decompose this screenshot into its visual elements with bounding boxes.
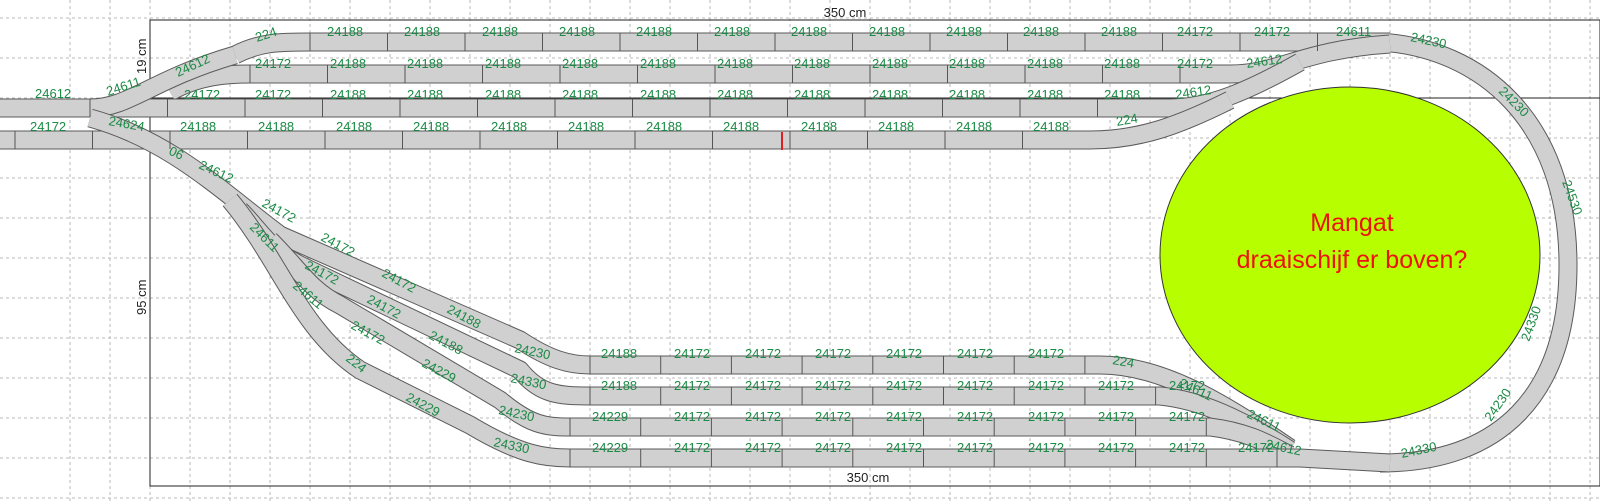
- dim-top: 350 cm: [824, 5, 867, 20]
- track-label: 24612: [35, 86, 71, 101]
- track-label: 24188: [794, 87, 830, 102]
- track-label: 24188: [258, 119, 294, 134]
- track-label: 24188: [1027, 56, 1063, 71]
- track-label: 24172: [1098, 409, 1134, 424]
- track-label: 24172: [1098, 378, 1134, 393]
- track-label: 24172: [957, 346, 993, 361]
- dim-left-large: 95 cm: [134, 280, 149, 315]
- track-label: 24172: [1098, 440, 1134, 455]
- track-label: 24172: [745, 440, 781, 455]
- track-label: 24188: [949, 87, 985, 102]
- note-line1: Mangat: [1310, 209, 1393, 237]
- track-label: 24188: [869, 24, 905, 39]
- track-plan: 350 cm 350 cm 19 cm 95 cm Mangat draaisc…: [0, 0, 1600, 501]
- track-label: 24188: [1104, 87, 1140, 102]
- track-label: 24172: [815, 440, 851, 455]
- track-label: 24188: [956, 119, 992, 134]
- dim-left-small: 19 cm: [134, 39, 149, 74]
- track-label: 24188: [714, 24, 750, 39]
- track-label: 24188: [568, 119, 604, 134]
- track-label: 24188: [562, 87, 598, 102]
- track-label: 24172: [886, 346, 922, 361]
- track-label: 24188: [949, 56, 985, 71]
- track-label: 24172: [745, 346, 781, 361]
- track-label: 24188: [180, 119, 216, 134]
- track-label: 24172: [674, 409, 710, 424]
- track-label: 24188: [794, 56, 830, 71]
- track-label: 24172: [255, 56, 291, 71]
- track-label: 24188: [1033, 119, 1069, 134]
- track-label: 24172: [1028, 346, 1064, 361]
- track-label: 24188: [330, 87, 366, 102]
- note-line2: draaischijf er boven?: [1237, 246, 1468, 274]
- track-label: 24172: [1169, 378, 1205, 393]
- track-label: 24172: [815, 346, 851, 361]
- track-label: 24172: [957, 440, 993, 455]
- track-label: 24188: [413, 119, 449, 134]
- track-label: 24172: [815, 378, 851, 393]
- track-label: 24188: [485, 87, 521, 102]
- track-label: 24188: [336, 119, 372, 134]
- track-label: 24172: [1169, 409, 1205, 424]
- track-label: 24172: [886, 378, 922, 393]
- track-label: 24172: [815, 409, 851, 424]
- track-label: 24188: [640, 87, 676, 102]
- track-label: 24172: [674, 378, 710, 393]
- track-label: 24172: [1254, 24, 1290, 39]
- track-label: 24172: [957, 378, 993, 393]
- track-label: 24188: [482, 24, 518, 39]
- track-label: 24188: [636, 24, 672, 39]
- track-label: 24172: [1028, 440, 1064, 455]
- track-label: 24172: [957, 409, 993, 424]
- track-label: 24172: [1169, 440, 1205, 455]
- track-label: 24188: [1101, 24, 1137, 39]
- track-label: 24188: [872, 87, 908, 102]
- track-label: 24229: [592, 440, 628, 455]
- track-label: 24188: [1027, 87, 1063, 102]
- track-label: 24188: [717, 87, 753, 102]
- track-label: 24188: [872, 56, 908, 71]
- track-label: 24188: [801, 119, 837, 134]
- track-label: 24188: [330, 56, 366, 71]
- track-label: 24188: [601, 346, 637, 361]
- track-label: 24188: [1023, 24, 1059, 39]
- track-label: 24172: [745, 409, 781, 424]
- track-label: 24172: [255, 87, 291, 102]
- track-label: 24188: [640, 56, 676, 71]
- track-label: 24229: [592, 409, 628, 424]
- track-label: 24188: [407, 56, 443, 71]
- track-label: 24188: [562, 56, 598, 71]
- track-label: 24172: [1028, 409, 1064, 424]
- track-label: 24188: [791, 24, 827, 39]
- track-label: 24172: [1177, 56, 1213, 71]
- track-label: 24172: [1238, 440, 1274, 455]
- track-label: 24188: [485, 56, 521, 71]
- track-label: 24188: [723, 119, 759, 134]
- track-label: 24188: [946, 24, 982, 39]
- track-label: 24188: [1104, 56, 1140, 71]
- track-label: 24188: [327, 24, 363, 39]
- track-label: 24188: [559, 24, 595, 39]
- track-label: 24172: [886, 440, 922, 455]
- track-label: 24188: [404, 24, 440, 39]
- track-label: 24188: [407, 87, 443, 102]
- track-label: 24188: [717, 56, 753, 71]
- track-label: 24188: [878, 119, 914, 134]
- track-label: 24172: [886, 409, 922, 424]
- track-label: 24172: [1028, 378, 1064, 393]
- track-label: 24611: [1336, 24, 1371, 39]
- track-label: 24172: [674, 346, 710, 361]
- track-label: 24188: [491, 119, 527, 134]
- track-label: 24172: [745, 378, 781, 393]
- track-label: 24172: [1177, 24, 1213, 39]
- track-label: 24188: [646, 119, 682, 134]
- track-label: 24172: [30, 119, 66, 134]
- track-label: 24172: [184, 87, 220, 102]
- track-label: 24172: [674, 440, 710, 455]
- dim-bottom: 350 cm: [847, 470, 890, 485]
- track-label: 24188: [601, 378, 637, 393]
